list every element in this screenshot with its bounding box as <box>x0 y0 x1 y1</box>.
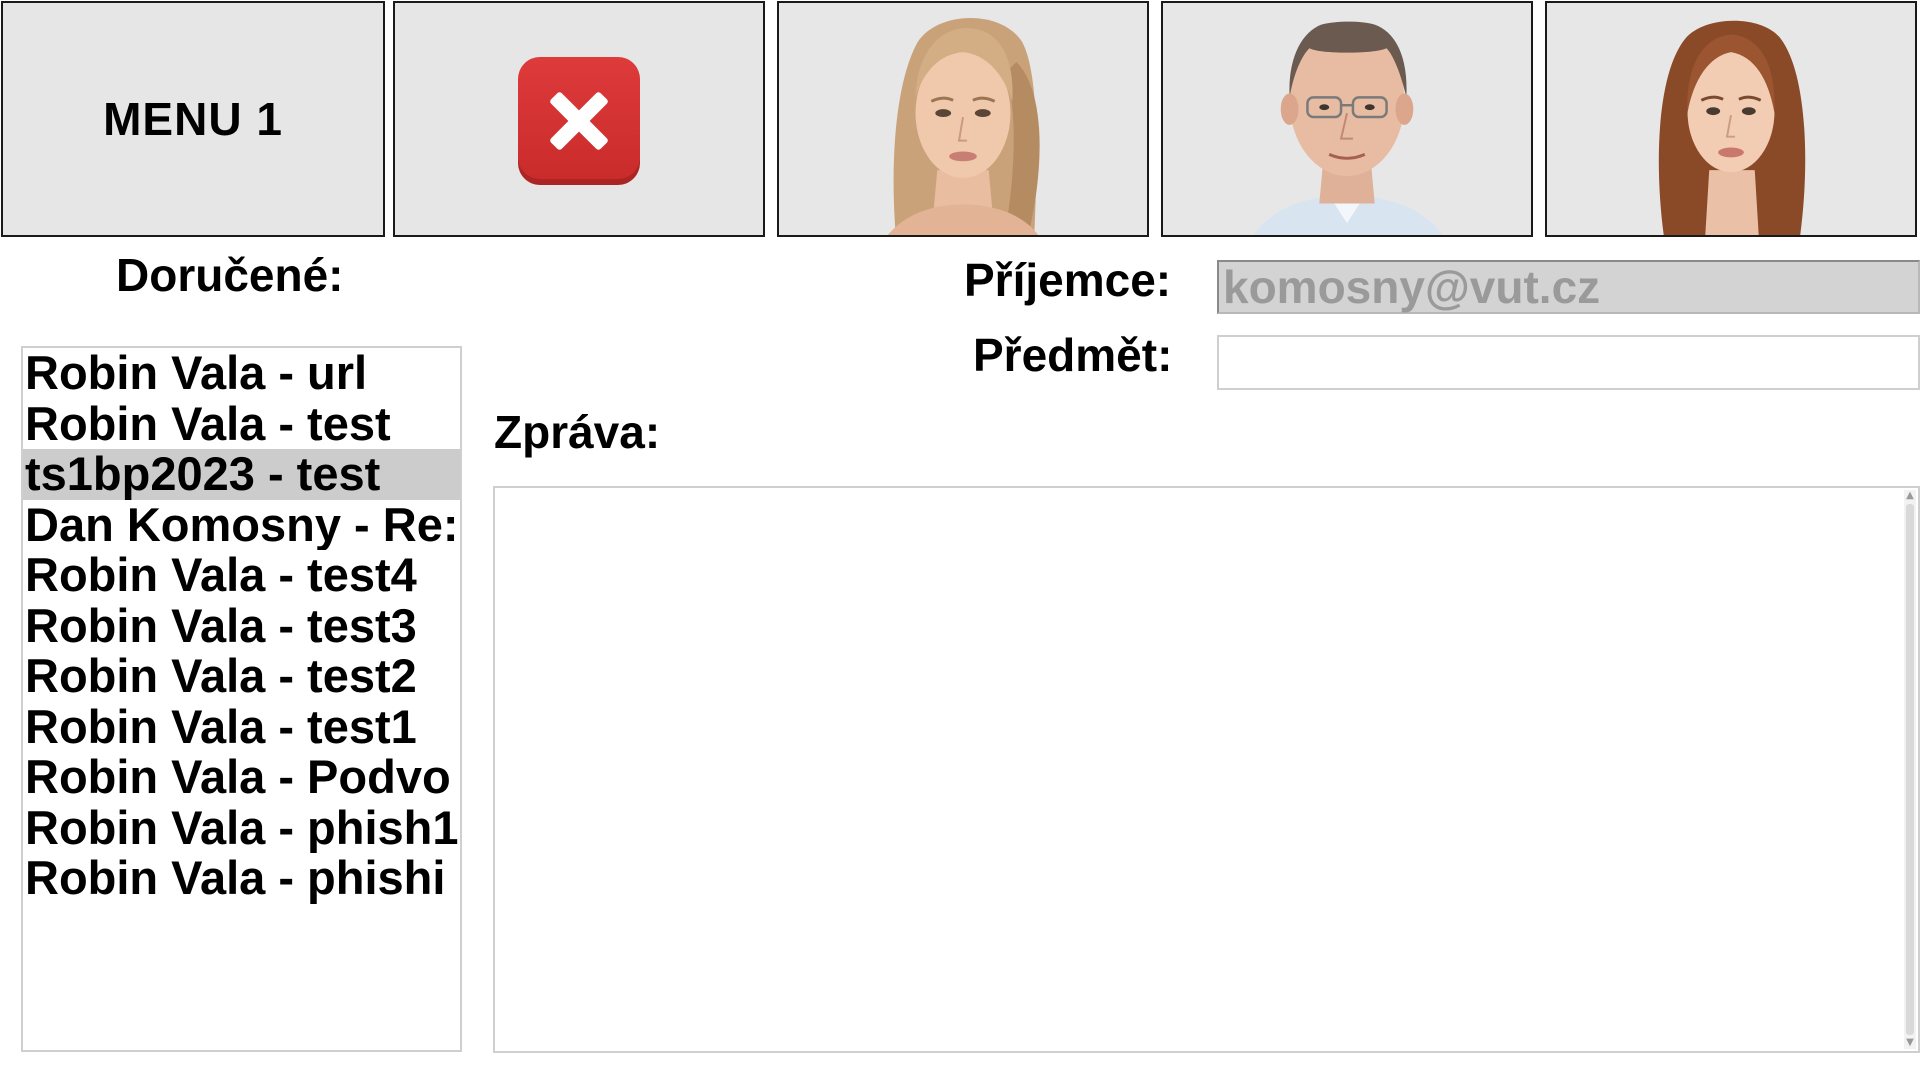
avatar-man-glasses-icon <box>1163 3 1531 235</box>
recipient-label: Příjemce: <box>964 254 1172 306</box>
contact-button-2[interactable] <box>1161 1 1533 237</box>
avatar-young-woman-brown-hair-icon <box>1547 3 1915 235</box>
inbox-item[interactable]: Robin Vala - Podvo <box>23 752 460 803</box>
inbox-item[interactable]: Dan Komosny - Re: <box>23 500 460 551</box>
inbox-label: Doručené: <box>116 249 344 301</box>
scroll-down-arrow-icon[interactable]: ▼ <box>1904 1037 1916 1049</box>
inbox-item[interactable]: Robin Vala - test1 <box>23 702 460 753</box>
inbox-item[interactable]: Robin Vala - url <box>23 348 460 399</box>
inbox-item-selected[interactable]: ts1bp2023 - test <box>23 449 460 500</box>
inbox-item[interactable]: Robin Vala - test4 <box>23 550 460 601</box>
avatar-young-woman-blonde-icon <box>779 3 1147 235</box>
toolbar: MENU 1 <box>0 0 1920 240</box>
inbox-item[interactable]: Robin Vala - phishi <box>23 853 460 904</box>
contact-button-3[interactable] <box>1545 1 1917 237</box>
subject-field[interactable] <box>1217 335 1920 390</box>
inbox-list[interactable]: Robin Vala - url Robin Vala - test ts1bp… <box>21 346 462 1052</box>
inbox-item[interactable]: Robin Vala - test3 <box>23 601 460 652</box>
inbox-item[interactable]: Robin Vala - phish1 <box>23 803 460 854</box>
menu-button-label: MENU 1 <box>103 93 283 145</box>
inbox-item[interactable]: Robin Vala - test <box>23 399 460 450</box>
subject-label: Předmět: <box>973 329 1173 381</box>
scroll-up-arrow-icon[interactable]: ▲ <box>1904 490 1916 502</box>
message-label: Zpráva: <box>494 406 661 458</box>
close-icon <box>518 57 640 185</box>
close-button[interactable] <box>393 1 765 237</box>
message-textarea[interactable]: ▲ ▼ <box>493 486 1920 1053</box>
menu-button[interactable]: MENU 1 <box>1 1 385 237</box>
message-scrollbar[interactable]: ▲ ▼ <box>1904 490 1916 1049</box>
inbox-item[interactable]: Robin Vala - test2 <box>23 651 460 702</box>
recipient-field[interactable]: komosny@vut.cz <box>1217 260 1920 314</box>
contact-button-1[interactable] <box>777 1 1149 237</box>
scroll-thumb[interactable] <box>1906 504 1914 1035</box>
